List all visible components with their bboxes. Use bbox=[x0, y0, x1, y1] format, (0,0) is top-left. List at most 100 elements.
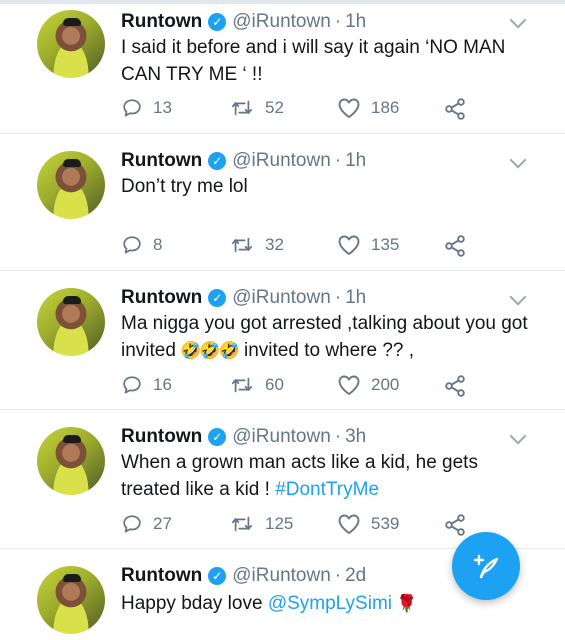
mention-link[interactable]: @SympLySimi bbox=[268, 593, 392, 614]
like-button[interactable]: 186 bbox=[337, 97, 399, 119]
hashtag-link[interactable]: #DontTryMe bbox=[275, 479, 379, 500]
reply-button[interactable]: 27 bbox=[121, 513, 172, 535]
verified-badge-icon: ✓ bbox=[208, 567, 227, 585]
tweet[interactable]: Runtown ✓ @iRuntown · 1h Don’t try me lo… bbox=[0, 134, 565, 271]
retweet-icon bbox=[231, 377, 253, 393]
share-icon bbox=[445, 98, 465, 120]
reply-count: 27 bbox=[153, 514, 172, 533]
like-count: 135 bbox=[371, 235, 400, 254]
share-button[interactable] bbox=[443, 97, 467, 121]
tweet-actions: 27 125 539 bbox=[121, 513, 481, 537]
timestamp[interactable]: 1h bbox=[345, 287, 366, 309]
tweet-header: Runtown ✓ @iRuntown · 2d bbox=[121, 564, 366, 588]
rofl-emoji: 🤣 bbox=[199, 341, 221, 360]
share-button[interactable] bbox=[443, 234, 467, 258]
heart-icon bbox=[338, 98, 360, 118]
avatar[interactable] bbox=[37, 288, 105, 356]
retweet-button[interactable]: 32 bbox=[229, 234, 284, 256]
avatar[interactable] bbox=[37, 427, 105, 495]
tweet-header: Runtown ✓ @iRuntown · 1h bbox=[121, 149, 366, 173]
retweet-button[interactable]: 60 bbox=[229, 374, 284, 396]
retweet-button[interactable]: 52 bbox=[229, 97, 284, 119]
share-button[interactable] bbox=[443, 374, 467, 398]
tweet-header: Runtown ✓ @iRuntown · 1h bbox=[121, 10, 366, 34]
retweet-icon bbox=[231, 100, 253, 116]
compose-icon bbox=[473, 554, 499, 579]
tweet-text-part: invited to where ?? , bbox=[238, 340, 415, 361]
tweet-actions: 13 52 186 bbox=[121, 97, 481, 121]
display-name[interactable]: Runtown bbox=[121, 287, 202, 309]
tweet-actions: 16 60 200 bbox=[121, 374, 481, 398]
reply-icon bbox=[123, 236, 141, 254]
separator: · bbox=[334, 11, 342, 32]
handle: @iRuntown bbox=[232, 150, 331, 171]
display-name[interactable]: Runtown bbox=[121, 150, 202, 172]
timestamp[interactable]: 1h bbox=[345, 150, 366, 172]
share-icon bbox=[445, 235, 465, 257]
tweet[interactable]: Runtown ✓ @iRuntown · 1h Ma nigga you go… bbox=[0, 271, 565, 410]
verified-badge-icon: ✓ bbox=[208, 289, 227, 307]
tweet-text: I said it before and i will say it again… bbox=[121, 37, 506, 85]
tweet-header: Runtown ✓ @iRuntown · 3h bbox=[121, 425, 366, 449]
retweet-icon bbox=[231, 237, 253, 253]
tweet-text: When a grown man acts like a kid, he get… bbox=[121, 449, 541, 503]
retweet-count: 32 bbox=[265, 235, 284, 254]
tweet-header: Runtown ✓ @iRuntown · 1h bbox=[121, 286, 366, 310]
verified-badge-icon: ✓ bbox=[208, 152, 227, 170]
reply-count: 8 bbox=[153, 235, 163, 254]
tweet-text-part: Happy bday love bbox=[121, 593, 263, 614]
share-icon bbox=[445, 375, 465, 397]
like-count: 539 bbox=[371, 514, 400, 533]
rofl-emoji: 🤣 bbox=[218, 341, 240, 360]
tweet[interactable]: Runtown ✓ @iRuntown · 1h I said it befor… bbox=[0, 0, 565, 134]
tweet[interactable]: Runtown ✓ @iRuntown · 3h When a grown ma… bbox=[0, 410, 565, 549]
like-count: 200 bbox=[371, 375, 400, 394]
timestamp[interactable]: 2d bbox=[345, 565, 366, 587]
avatar[interactable] bbox=[37, 151, 105, 219]
chevron-down-icon[interactable] bbox=[509, 427, 527, 445]
chevron-down-icon[interactable] bbox=[509, 151, 527, 169]
chevron-down-icon[interactable] bbox=[509, 288, 527, 306]
heart-icon bbox=[338, 235, 360, 255]
tweet-actions: 8 32 135 bbox=[121, 234, 481, 258]
chevron-down-icon[interactable] bbox=[509, 11, 527, 29]
reply-button[interactable]: 8 bbox=[121, 234, 162, 256]
share-icon bbox=[445, 514, 465, 536]
reply-button[interactable]: 13 bbox=[121, 97, 172, 119]
like-button[interactable]: 539 bbox=[337, 513, 399, 535]
like-button[interactable]: 135 bbox=[337, 234, 399, 256]
tweet-text: Don’t try me lol bbox=[121, 176, 248, 197]
verified-badge-icon: ✓ bbox=[208, 428, 227, 446]
timestamp[interactable]: 3h bbox=[345, 426, 366, 448]
retweet-count: 60 bbox=[265, 375, 284, 394]
retweet-count: 52 bbox=[265, 98, 284, 117]
like-button[interactable]: 200 bbox=[337, 374, 399, 396]
compose-tweet-button[interactable] bbox=[452, 532, 520, 600]
handle: @iRuntown bbox=[232, 565, 331, 586]
rose-emoji: 🌹 bbox=[396, 594, 418, 613]
display-name[interactable]: Runtown bbox=[121, 426, 202, 448]
reply-icon bbox=[123, 515, 141, 533]
display-name[interactable]: Runtown bbox=[121, 565, 202, 587]
avatar[interactable] bbox=[37, 10, 105, 78]
reply-icon bbox=[123, 99, 141, 117]
display-name[interactable]: Runtown bbox=[121, 11, 202, 33]
verified-badge-icon: ✓ bbox=[208, 13, 227, 31]
reply-icon bbox=[123, 376, 141, 394]
handle: @iRuntown bbox=[232, 426, 331, 447]
retweet-icon bbox=[231, 516, 253, 532]
separator: · bbox=[334, 426, 342, 447]
reply-count: 16 bbox=[153, 375, 172, 394]
timestamp[interactable]: 1h bbox=[345, 11, 366, 33]
separator: · bbox=[334, 150, 342, 171]
retweet-count: 125 bbox=[265, 514, 294, 533]
retweet-button[interactable]: 125 bbox=[229, 513, 293, 535]
share-button[interactable] bbox=[443, 513, 467, 537]
heart-icon bbox=[338, 375, 360, 395]
avatar[interactable] bbox=[37, 566, 105, 634]
heart-icon bbox=[338, 514, 360, 534]
reply-button[interactable]: 16 bbox=[121, 374, 172, 396]
tweet-text: Ma nigga you got arrested ,talking about… bbox=[121, 310, 541, 364]
handle: @iRuntown bbox=[232, 11, 331, 32]
like-count: 186 bbox=[371, 98, 400, 117]
